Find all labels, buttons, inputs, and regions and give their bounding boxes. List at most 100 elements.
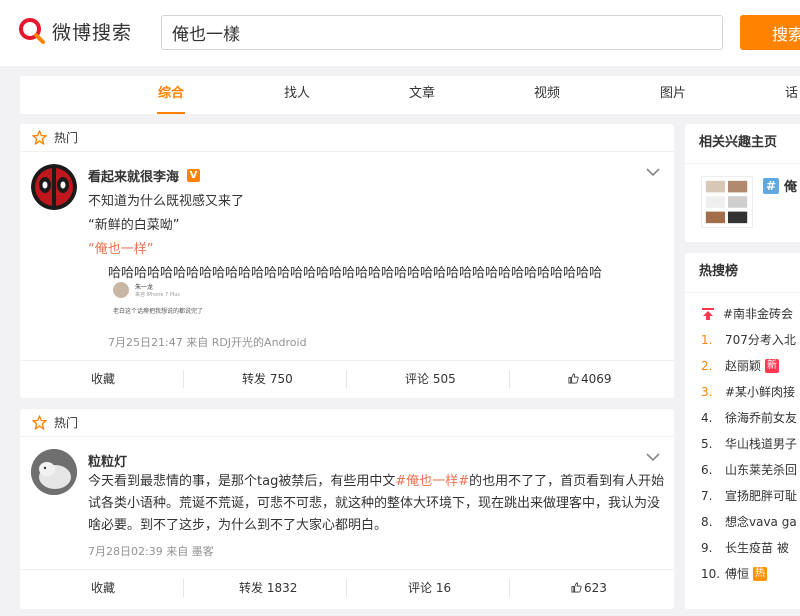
hot-rank: 7. [701, 488, 713, 503]
related-topic[interactable]: # 俺 [763, 176, 797, 195]
like-button[interactable]: 623 [571, 570, 607, 606]
divider [346, 579, 347, 597]
embed-source: 来自 iPhone 7 Plus [135, 292, 181, 298]
divider [509, 370, 510, 388]
post-text-line: “新鲜的白菜呦” [88, 218, 180, 233]
hot-item[interactable]: 10. 傅恒热 [701, 565, 768, 582]
tab-general[interactable]: 综合 [156, 76, 186, 114]
post-meta[interactable]: 7月25日21:47 来自 RDJ开光的Android [108, 334, 307, 350]
hot-rank: 4. [701, 410, 713, 425]
tab-topics[interactable]: 话 [785, 76, 798, 114]
cat-avatar-icon [31, 449, 77, 495]
embedded-screenshot[interactable]: 朱一龙 来自 iPhone 7 Plus 老白这个话痨把我想说的都说完了 [108, 280, 238, 320]
hot-item[interactable]: 1. 707分考入北 [701, 331, 796, 348]
hot-item-pinned[interactable]: #南非金砖会 [701, 305, 793, 322]
weibo-search-logo[interactable]: 微博搜索 [18, 17, 132, 45]
hot-item[interactable]: 7. 宣扬肥胖可耻 [701, 487, 797, 504]
hot-rank: 2. [701, 358, 713, 373]
post-text: 今天看到最悲情的事，是那个tag被禁后，有些用中文#俺也一样#的也用不了了，首页… [88, 471, 666, 537]
hot-badge: 热 [753, 566, 768, 581]
hashtag-link[interactable]: #俺也一样# [395, 474, 469, 489]
hot-item-text: 华山栈道男子 [725, 437, 798, 451]
embed-avatar [113, 282, 129, 298]
chevron-down-icon[interactable] [646, 452, 660, 462]
search-logo-icon [19, 18, 45, 44]
hot-item-text: 想念vava ga [725, 515, 797, 529]
hot-item-text: 长生疫苗 被 [725, 541, 789, 555]
hot-item[interactable]: 4. 徐海乔前女友 [701, 409, 797, 426]
post-author[interactable]: 看起来就很李海 V [88, 166, 201, 185]
hot-item[interactable]: 3. #某小鲜肉接 [701, 383, 795, 400]
divider [346, 370, 347, 388]
post-text-line: 不知道为什么既视感又来了 [88, 194, 245, 209]
hot-search-panel: 热搜榜 #南非金砖会 1. 707分考入北 2. 赵丽颖新 3. #某小鲜肉接 4. 徐… [685, 253, 800, 609]
embed-text: 老白这个话痨把我想说的都说完了 [113, 308, 204, 315]
avatar[interactable] [31, 449, 77, 495]
star-icon [32, 130, 47, 145]
post-actions: 收藏 转发 750 评论 505 4069 [20, 360, 674, 396]
new-badge: 新 [765, 358, 780, 373]
tab-bar: 综合 找人 文章 视频 图片 话 [20, 76, 800, 114]
avatar[interactable] [31, 164, 77, 210]
divider [183, 370, 184, 388]
section-label: 热门 [54, 131, 79, 145]
pin-top-icon [702, 307, 714, 320]
hot-item-text: 徐海乔前女友 [725, 411, 798, 425]
tab-people[interactable]: 找人 [284, 76, 310, 114]
hashtag-icon: # [763, 177, 779, 194]
author-name: 粒粒灯 [88, 455, 128, 470]
hot-rank: 6. [701, 462, 713, 477]
favorite-button[interactable]: 收藏 [91, 570, 115, 606]
post-highlight-line[interactable]: “俺也一样” [88, 238, 153, 257]
like-count: 623 [584, 581, 607, 595]
hot-item-text: #某小鲜肉接 [725, 385, 796, 399]
hot-item-text: 707分考入北 [725, 333, 796, 347]
hot-item[interactable]: 9. 长生疫苗 被 [701, 539, 789, 556]
hot-item[interactable]: 2. 赵丽颖新 [701, 357, 780, 374]
hot-rank: 1. [701, 332, 713, 347]
related-title: 相关兴趣主页 [685, 124, 800, 164]
star-icon [32, 415, 47, 430]
tab-videos[interactable]: 视频 [534, 76, 560, 114]
hot-rank: 10. [701, 566, 721, 581]
hot-item-text: 傅恒 [725, 567, 750, 581]
chevron-down-icon[interactable] [646, 167, 660, 177]
hot-rank: 9. [701, 540, 713, 555]
tab-articles[interactable]: 文章 [409, 76, 435, 114]
logo-text: 微博搜索 [52, 21, 133, 44]
hot-item-text: #南非金砖会 [723, 307, 794, 321]
favorite-button[interactable]: 收藏 [91, 361, 115, 397]
tab-pictures[interactable]: 图片 [660, 76, 686, 114]
hot-item-text: 赵丽颖 [725, 359, 762, 373]
post-meta[interactable]: 7月28日02:39 来自 墨客 [88, 543, 214, 559]
post-author[interactable]: 粒粒灯 [88, 451, 127, 470]
embed-name: 朱一龙 [135, 284, 154, 291]
post-card: 热门 看起来就很李海 V 不知道为什么既视感又来了 “新鲜的白菜呦” “俺也一样… [20, 124, 674, 398]
search-button[interactable]: 搜索 [740, 15, 800, 50]
deadpool-avatar-icon [31, 164, 77, 210]
like-button[interactable]: 4069 [568, 361, 612, 397]
thumbs-up-icon [571, 582, 582, 593]
comment-button[interactable]: 评论 16 [408, 570, 451, 606]
divider [183, 579, 184, 597]
hot-rank: 5. [701, 436, 713, 451]
verified-badge: V [187, 169, 201, 182]
related-thumbnail[interactable] [701, 176, 753, 228]
search-button-label: 搜索 [772, 24, 800, 44]
hot-item[interactable]: 8. 想念vava ga [701, 513, 797, 530]
divider [509, 579, 510, 597]
hot-item[interactable]: 5. 华山栈道男子 [701, 435, 797, 452]
hot-item[interactable]: 6. 山东莱芜杀回 [701, 461, 797, 478]
repost-button[interactable]: 转发 750 [242, 361, 293, 397]
search-input-value: 俺也一樣 [172, 25, 240, 45]
related-image-icon [705, 180, 748, 224]
post-section-header: 热门 [20, 409, 674, 437]
hot-rank: 8. [701, 514, 713, 529]
related-topic-name: 俺 [784, 180, 798, 195]
repost-button[interactable]: 转发 1832 [239, 570, 297, 606]
hot-item-text: 宣扬肥胖可耻 [725, 489, 798, 503]
hot-search-title: 热搜榜 [685, 253, 800, 293]
thumbs-up-icon [568, 373, 579, 384]
search-input[interactable]: 俺也一樣 [161, 15, 723, 50]
comment-button[interactable]: 评论 505 [405, 361, 456, 397]
